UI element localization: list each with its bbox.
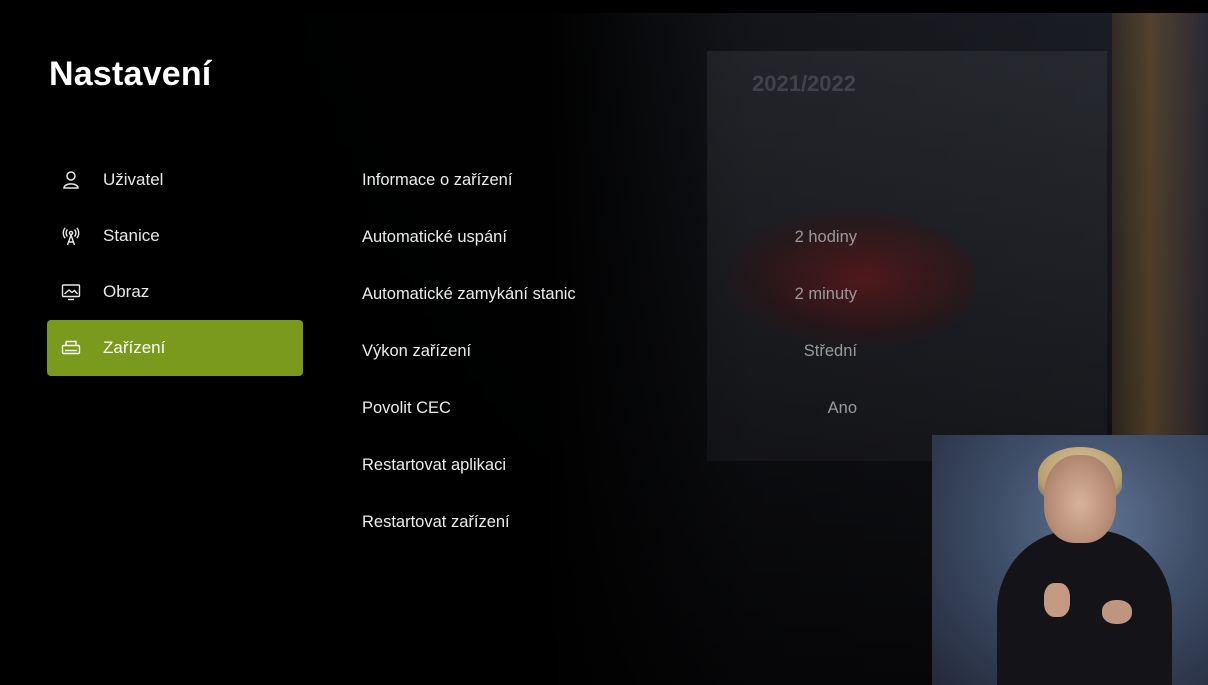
setting-value: 2 hodiny (794, 228, 857, 246)
sign-language-interpreter-video (932, 435, 1208, 685)
user-icon (61, 170, 81, 190)
device-settings-list: Informace o zařízení Automatické uspání … (362, 152, 862, 551)
setting-enable-cec[interactable]: Povolit CEC Ano (362, 380, 862, 437)
setting-label: Informace o zařízení (362, 171, 513, 189)
setting-auto-sleep[interactable]: Automatické uspání 2 hodiny (362, 209, 862, 266)
sidebar-item-user[interactable]: Uživatel (47, 152, 303, 208)
background-slide-title: 2021/2022 (752, 71, 856, 96)
device-icon (61, 338, 81, 358)
setting-label: Restartovat aplikaci (362, 456, 506, 474)
sidebar-item-label: Uživatel (103, 170, 164, 189)
setting-label: Výkon zařízení (362, 342, 472, 360)
sidebar-item-label: Stanice (103, 226, 160, 245)
antenna-icon (61, 226, 81, 246)
sidebar-item-stations[interactable]: Stanice (47, 208, 303, 264)
sidebar-item-label: Zařízení (103, 338, 166, 357)
settings-sidebar: Uživatel Stanice Obraz Zařízení (47, 152, 303, 376)
setting-value: Ano (827, 399, 857, 417)
sidebar-item-device[interactable]: Zařízení (47, 320, 303, 376)
page-title: Nastavení (49, 55, 212, 93)
sidebar-item-label: Obraz (103, 282, 150, 301)
setting-value: Střední (803, 342, 857, 360)
setting-label: Povolit CEC (362, 399, 451, 417)
setting-auto-station-lock[interactable]: Automatické zamykání stanic 2 minuty (362, 266, 862, 323)
setting-label: Automatické zamykání stanic (362, 285, 576, 303)
setting-value: 2 minuty (794, 285, 857, 303)
setting-restart-app[interactable]: Restartovat aplikaci (362, 437, 862, 494)
background-image-strip (1112, 13, 1208, 443)
setting-label: Automatické uspání (362, 228, 507, 246)
setting-device-performance[interactable]: Výkon zařízení Střední (362, 323, 862, 380)
setting-device-info[interactable]: Informace o zařízení (362, 152, 862, 209)
sidebar-item-picture[interactable]: Obraz (47, 264, 303, 320)
setting-restart-device[interactable]: Restartovat zařízení (362, 494, 862, 551)
setting-label: Restartovat zařízení (362, 513, 510, 531)
picture-icon (61, 282, 81, 302)
